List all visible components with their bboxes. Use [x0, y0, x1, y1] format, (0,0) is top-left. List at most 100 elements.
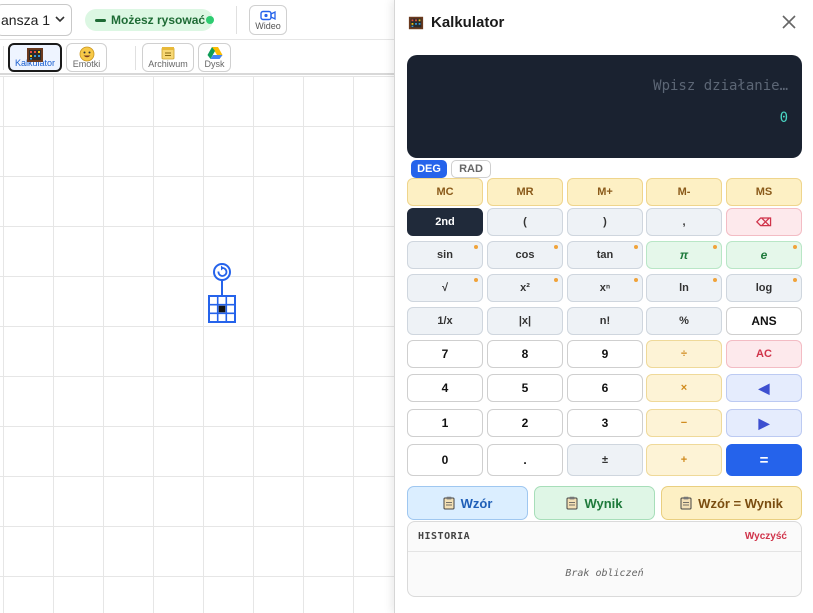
- mode-rad-button[interactable]: RAD: [451, 160, 491, 178]
- key-label: x²: [520, 282, 530, 294]
- key-4[interactable]: 4: [407, 374, 483, 402]
- copy-formula-label: Wzór: [460, 495, 493, 511]
- clipboard-icon: [566, 496, 578, 510]
- key-ans[interactable]: ANS: [726, 307, 802, 335]
- history-title: HISTORIA: [418, 531, 471, 542]
- key-3[interactable]: 3: [567, 409, 643, 437]
- video-button-label: Wideo: [255, 20, 281, 31]
- key-backspace[interactable]: ⌫: [726, 208, 802, 236]
- panel-title: Kalkulator: [431, 14, 505, 31]
- tools-bar: Kalkulator Emotki Archiwum Dysk: [0, 40, 394, 75]
- key-square[interactable]: x²: [487, 274, 563, 302]
- key-percent[interactable]: %: [646, 307, 722, 335]
- arrow-right-icon: ▶: [758, 414, 770, 431]
- key-7[interactable]: 7: [407, 340, 483, 368]
- close-icon[interactable]: [781, 14, 797, 30]
- archive-tool-button[interactable]: Archiwum: [142, 43, 194, 72]
- key-add[interactable]: +: [646, 444, 722, 476]
- key-5[interactable]: 5: [487, 374, 563, 402]
- second-function-dot: [554, 245, 558, 249]
- rotate-handle-icon[interactable]: [213, 263, 231, 281]
- key-m-plus[interactable]: M+: [567, 178, 643, 206]
- key-label: xⁿ: [599, 282, 611, 294]
- divider: [3, 46, 4, 70]
- key-equals[interactable]: =: [726, 444, 802, 476]
- copy-formula-and-result-label: Wzór = Wynik: [698, 495, 783, 511]
- second-function-dot: [634, 245, 638, 249]
- backspace-icon: ⌫: [756, 216, 772, 229]
- key-factorial[interactable]: n!: [567, 307, 643, 335]
- key-power[interactable]: xⁿ: [567, 274, 643, 302]
- copy-result-label: Wynik: [584, 495, 623, 511]
- key-label: cos: [515, 249, 535, 261]
- second-function-dot: [554, 278, 558, 282]
- drive-tool-label: Dysk: [204, 59, 225, 69]
- arrow-left-icon: ◀: [758, 379, 770, 396]
- key-0[interactable]: 0: [407, 444, 483, 476]
- key-mc[interactable]: MC: [407, 178, 483, 206]
- key-cos[interactable]: cos: [487, 241, 563, 269]
- key-mr[interactable]: MR: [487, 178, 563, 206]
- calculator-board-marker[interactable]: [206, 262, 238, 326]
- key-8[interactable]: 8: [487, 340, 563, 368]
- key-sqrt[interactable]: √: [407, 274, 483, 302]
- key-open-paren[interactable]: (: [487, 208, 563, 236]
- copy-result-button[interactable]: Wynik: [534, 486, 655, 520]
- drawing-status-badge: Możesz rysować: [85, 9, 214, 31]
- cursor-right-button[interactable]: ▶: [726, 409, 802, 437]
- key-e[interactable]: e: [726, 241, 802, 269]
- clipboard-icon: [443, 496, 455, 510]
- mode-deg-button[interactable]: DEG: [411, 160, 447, 178]
- drive-tool-button[interactable]: Dysk: [198, 43, 231, 72]
- calculator-panel: Kalkulator Wpisz działanie… 0 DEG RAD MC…: [394, 0, 813, 613]
- chevron-down-icon: [55, 16, 65, 23]
- key-label: e: [760, 248, 768, 262]
- key-m-minus[interactable]: M-: [646, 178, 722, 206]
- key-label: log: [755, 282, 773, 294]
- divider: [236, 6, 237, 34]
- key-all-clear[interactable]: AC: [726, 340, 802, 368]
- drawing-status-label: Możesz rysować: [111, 13, 206, 27]
- abacus-icon: [27, 48, 43, 62]
- copy-formula-and-result-button[interactable]: Wzór = Wynik: [661, 486, 802, 520]
- result-value: 0: [779, 110, 788, 126]
- key-close-paren[interactable]: ): [567, 208, 643, 236]
- key-decimal[interactable]: .: [487, 444, 563, 476]
- key-6[interactable]: 6: [567, 374, 643, 402]
- key-reciprocal[interactable]: 1/x: [407, 307, 483, 335]
- key-log[interactable]: log: [726, 274, 802, 302]
- calculator-grid-icon: [208, 295, 236, 323]
- archive-tool-label: Archiwum: [148, 59, 188, 69]
- panel-header: Kalkulator: [395, 0, 813, 45]
- video-button[interactable]: Wideo: [249, 5, 287, 35]
- cursor-left-button[interactable]: ◀: [726, 374, 802, 402]
- key-2[interactable]: 2: [487, 409, 563, 437]
- key-subtract[interactable]: −: [646, 409, 722, 437]
- key-pi[interactable]: π: [646, 241, 722, 269]
- key-ln[interactable]: ln: [646, 274, 722, 302]
- emoji-tool-button[interactable]: Emotki: [66, 43, 107, 72]
- drawing-canvas[interactable]: [0, 76, 394, 613]
- key-plus-minus[interactable]: ±: [567, 444, 643, 476]
- key-multiply[interactable]: ×: [646, 374, 722, 402]
- key-9[interactable]: 9: [567, 340, 643, 368]
- key-divide[interactable]: ÷: [646, 340, 722, 368]
- calculator-display[interactable]: Wpisz działanie… 0: [407, 55, 802, 158]
- second-function-dot: [474, 245, 478, 249]
- calculator-tool-button[interactable]: Kalkulator: [8, 43, 62, 72]
- key-abs[interactable]: |x|: [487, 307, 563, 335]
- pen-icon: [95, 18, 106, 22]
- board-select[interactable]: ansza 1: [0, 4, 72, 36]
- key-sin[interactable]: sin: [407, 241, 483, 269]
- second-function-dot: [793, 245, 797, 249]
- history-clear-button[interactable]: Wyczyść: [745, 531, 787, 542]
- key-1[interactable]: 1: [407, 409, 483, 437]
- copy-formula-button[interactable]: Wzór: [407, 486, 528, 520]
- second-function-dot: [634, 278, 638, 282]
- key-tan[interactable]: tan: [567, 241, 643, 269]
- smiley-icon: [79, 46, 94, 62]
- key-2nd[interactable]: 2nd: [407, 208, 483, 236]
- key-ms[interactable]: MS: [726, 178, 802, 206]
- key-comma[interactable]: ,: [646, 208, 722, 236]
- second-function-dot: [713, 245, 717, 249]
